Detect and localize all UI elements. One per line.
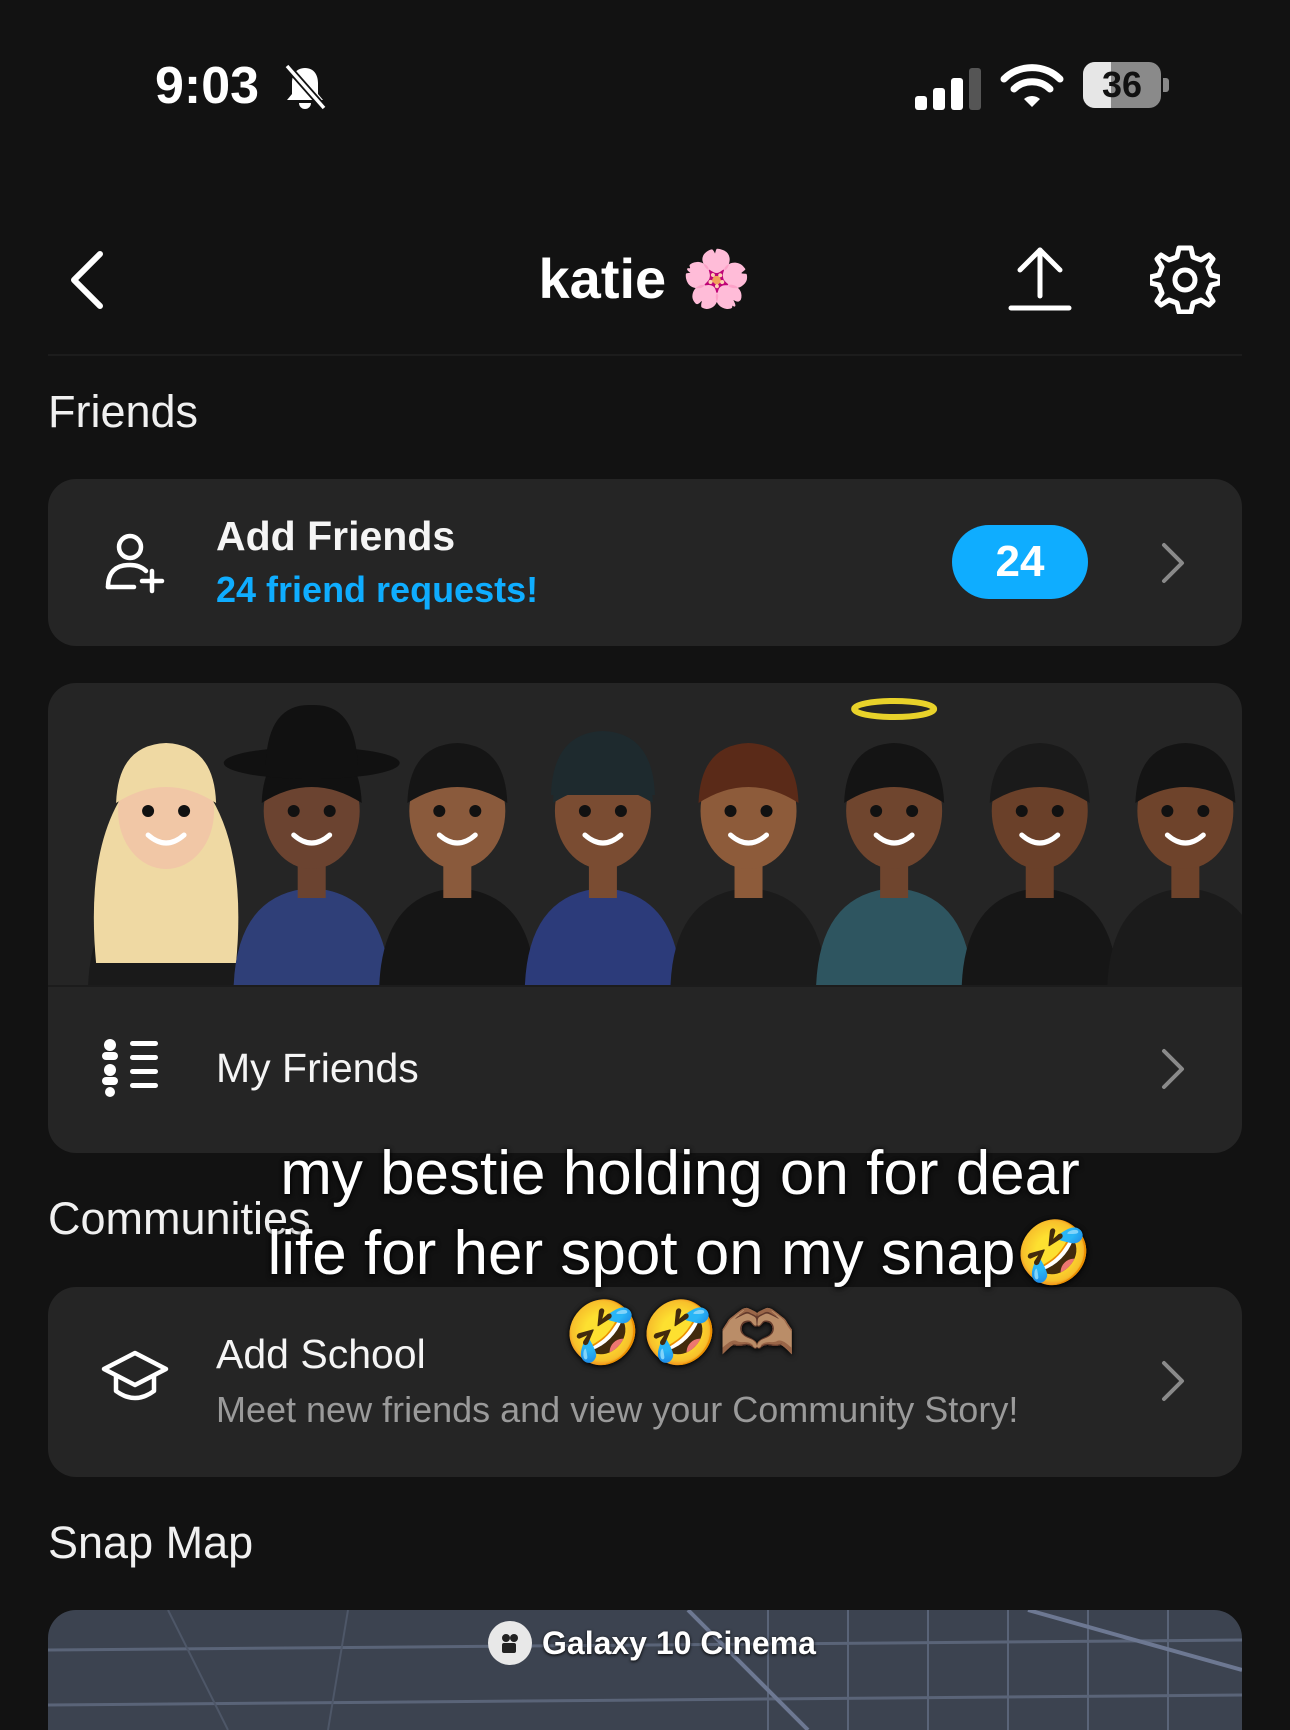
avatar-body [816, 888, 973, 985]
battery-cap [1163, 78, 1169, 92]
avatar-eye [1197, 805, 1210, 817]
friend-requests-subtitle: 24 friend requests! [216, 569, 539, 610]
friends-card: My Friends [48, 683, 1242, 1153]
snap-map-preview[interactable]: Galaxy 10 Cinema [48, 1610, 1242, 1730]
add-friend-icon [105, 533, 165, 594]
avatar-eye [760, 805, 773, 817]
friends-avatars-banner[interactable] [48, 683, 1242, 987]
avatar-halo [851, 698, 938, 720]
chevron-right-icon [1162, 1361, 1184, 1401]
avatar-body [379, 888, 536, 985]
friends-list-icon [102, 1039, 158, 1097]
map-place-name: Galaxy 10 Cinema [542, 1624, 816, 1661]
avatar-eye [178, 805, 191, 817]
avatar-eye [469, 805, 482, 817]
profile-header: katie 🌸 [0, 200, 1290, 360]
avatar-eye [287, 805, 300, 817]
avatar-3 [379, 743, 536, 985]
battery-indicator: 36 [1083, 62, 1169, 108]
avatar-eye [142, 805, 155, 817]
header-divider [48, 354, 1242, 356]
avatar-eye [323, 805, 336, 817]
avatar-eye [906, 805, 919, 817]
avatar-eye [870, 805, 883, 817]
wifi-icon [1000, 64, 1064, 107]
avatar-2 [223, 704, 400, 985]
settings-gear-icon[interactable] [1150, 244, 1220, 314]
friends-section-label: Friends [48, 386, 199, 437]
bell-slash-icon [284, 63, 327, 111]
graduation-cap-icon [101, 1350, 169, 1401]
avatar-body [524, 888, 681, 985]
avatar-eye [578, 805, 591, 817]
caption-line-2: life for her spot on my snap🤣 [267, 1219, 1093, 1288]
friend-requests-badge: 24 [952, 525, 1088, 599]
add-friends-title: Add Friends [216, 513, 456, 559]
map-place-label[interactable]: Galaxy 10 Cinema [488, 1620, 816, 1666]
avatar-body [1107, 888, 1242, 985]
cellular-signal-icon [915, 68, 981, 110]
share-upload-icon[interactable] [1008, 244, 1072, 314]
cinema-place-icon [488, 1621, 532, 1665]
avatar-eye [433, 805, 446, 817]
battery-body: 36 [1083, 62, 1161, 108]
avatar-body [233, 888, 390, 985]
avatar-body [670, 888, 827, 985]
my-friends-title: My Friends [216, 1045, 419, 1091]
bitmoji-avatars [88, 698, 1242, 985]
avatar-durag [550, 731, 655, 795]
avatar-body [961, 888, 1118, 985]
add-friends-row[interactable]: Add Friends 24 friend requests! 24 [48, 479, 1242, 646]
battery-percent: 36 [1101, 64, 1143, 105]
page-title: katie 🌸 [538, 247, 752, 310]
status-time: 9:03 [155, 57, 260, 115]
avatar-4 [524, 731, 681, 985]
status-bar: 9:03 36 [0, 0, 1290, 180]
chevron-right-icon [1162, 543, 1184, 583]
avatar-eye [614, 805, 627, 817]
caption-line-1: my bestie holding on for dear [280, 1139, 1080, 1208]
avatar-hat-crown [265, 704, 358, 765]
avatar-7 [961, 743, 1118, 985]
snap-map-section-label: Snap Map [48, 1517, 254, 1568]
avatar-eye [724, 805, 737, 817]
avatar-eye [1161, 805, 1174, 817]
avatar-1 [88, 743, 245, 985]
avatar-8 [1107, 743, 1242, 985]
my-friends-row[interactable]: My Friends [48, 987, 1242, 1153]
avatar-6 [816, 698, 973, 985]
avatar-eye [1015, 805, 1028, 817]
chevron-right-icon [1162, 1049, 1184, 1089]
avatar-eye [1051, 805, 1064, 817]
caption-line-3: 🤣🤣🫶🏽 [564, 1299, 796, 1368]
add-school-subtitle: Meet new friends and view your Community… [216, 1389, 1019, 1430]
avatar-5 [670, 743, 827, 985]
